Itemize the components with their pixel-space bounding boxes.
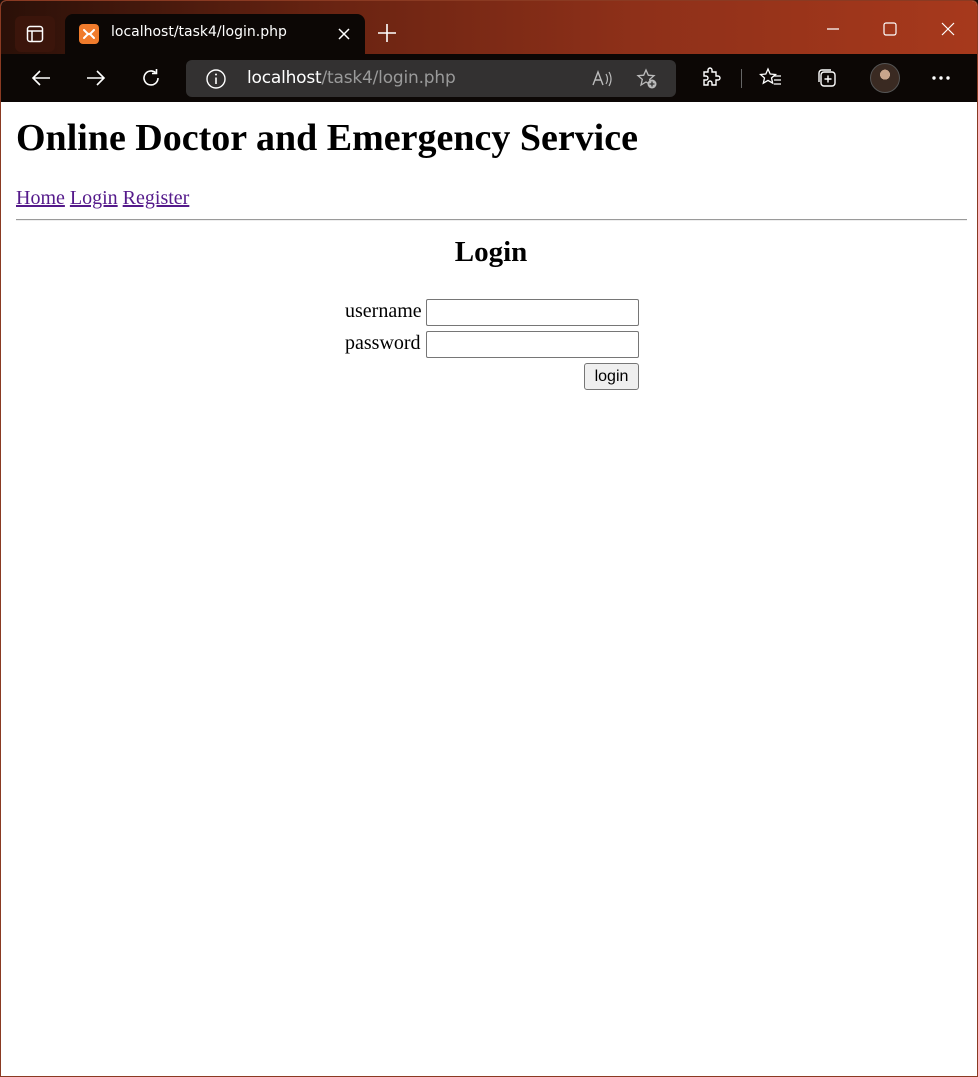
refresh-icon[interactable] bbox=[133, 60, 169, 96]
password-field[interactable] bbox=[426, 331, 639, 358]
username-label: username bbox=[345, 300, 422, 322]
divider bbox=[16, 219, 967, 221]
tab-actions-icon bbox=[26, 25, 44, 43]
browser-window: localhost/task4/login.php localhost/task… bbox=[0, 0, 978, 1077]
username-field[interactable] bbox=[426, 299, 639, 326]
favorites-icon[interactable] bbox=[753, 60, 789, 96]
page-content: Online Doctor and Emergency Service Home… bbox=[6, 102, 976, 1076]
nav-link-register[interactable]: Register bbox=[123, 187, 190, 209]
forward-icon[interactable] bbox=[78, 60, 114, 96]
password-label: password bbox=[345, 332, 421, 354]
nav-link-login[interactable]: Login bbox=[70, 187, 118, 209]
toolbar-separator bbox=[741, 69, 742, 88]
tab-strip: localhost/task4/login.php bbox=[1, 1, 977, 54]
back-icon[interactable] bbox=[23, 60, 59, 96]
extensions-icon[interactable] bbox=[693, 60, 729, 96]
more-options-icon[interactable] bbox=[923, 60, 959, 96]
minimize-icon[interactable] bbox=[813, 9, 853, 49]
close-tab-icon[interactable] bbox=[335, 25, 353, 43]
xampp-icon bbox=[79, 24, 99, 44]
maximize-icon[interactable] bbox=[870, 9, 910, 49]
address-url[interactable]: localhost/task4/login.php bbox=[247, 68, 456, 88]
nav-link-home[interactable]: Home bbox=[16, 187, 65, 209]
read-aloud-icon[interactable] bbox=[590, 67, 614, 91]
new-tab-icon[interactable] bbox=[373, 19, 401, 47]
login-button[interactable]: login bbox=[584, 363, 639, 390]
browser-toolbar: localhost/task4/login.php bbox=[1, 54, 977, 102]
tab-actions-button[interactable] bbox=[15, 16, 55, 52]
site-info-icon[interactable] bbox=[204, 67, 228, 91]
profile-avatar[interactable] bbox=[870, 63, 900, 93]
tab-active[interactable]: localhost/task4/login.php bbox=[65, 14, 365, 54]
tab-title: localhost/task4/login.php bbox=[111, 24, 287, 40]
add-favorite-icon[interactable] bbox=[635, 67, 659, 91]
site-nav: Home Login Register bbox=[16, 187, 189, 210]
collections-icon[interactable] bbox=[809, 60, 845, 96]
login-heading: Login bbox=[454, 236, 528, 268]
site-title: Online Doctor and Emergency Service bbox=[16, 117, 638, 159]
address-bar[interactable]: localhost/task4/login.php bbox=[186, 60, 676, 97]
address-path: /task4/login.php bbox=[321, 68, 456, 88]
address-host: localhost bbox=[247, 68, 322, 88]
close-window-icon[interactable] bbox=[928, 9, 968, 49]
